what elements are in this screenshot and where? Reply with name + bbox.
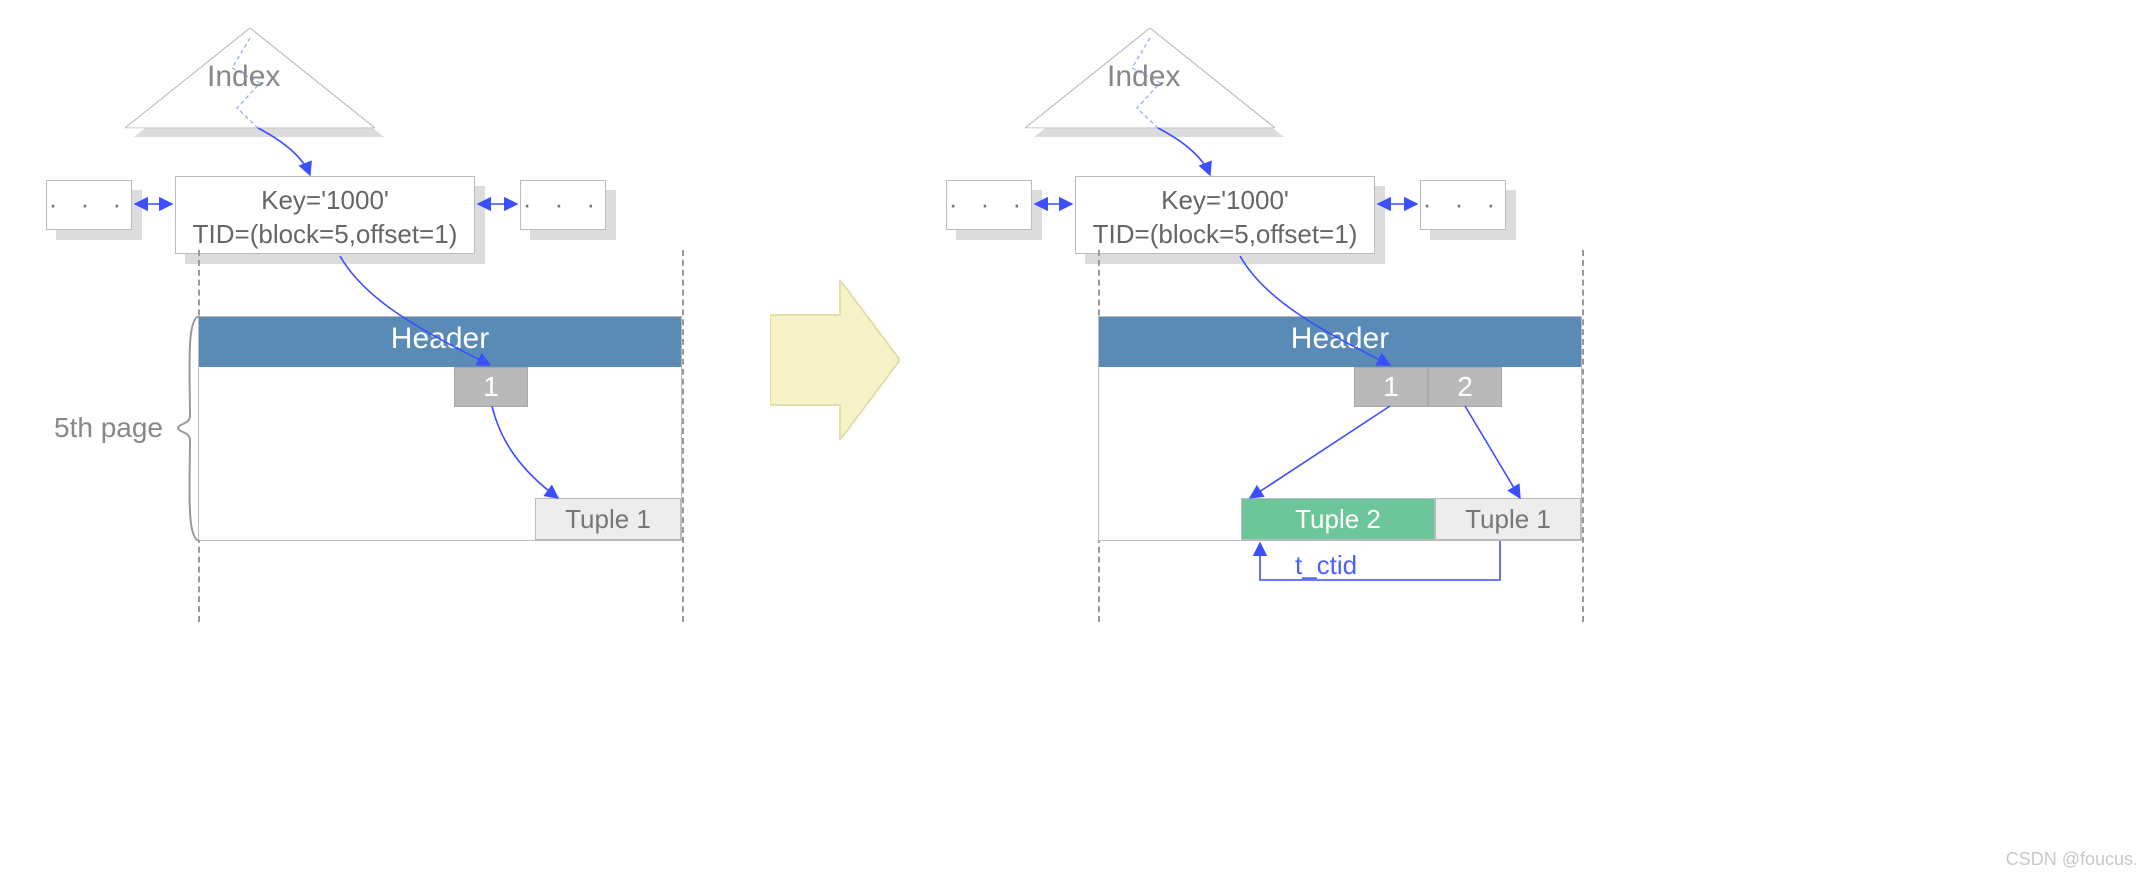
brace-icon — [176, 316, 202, 541]
index-key-text: Key='1000' — [1076, 183, 1374, 217]
transition-arrow-icon — [770, 280, 900, 440]
tuple-1: Tuple 1 — [535, 498, 681, 540]
index-tid-text: TID=(block=5,offset=1) — [1076, 217, 1374, 251]
index-sibling-prev: · · · — [946, 180, 1032, 230]
index-triangle: Index — [1025, 28, 1275, 148]
index-key-text: Key='1000' — [176, 183, 474, 217]
index-label: Index — [207, 60, 280, 94]
index-sibling-next: · · · — [520, 180, 606, 230]
line-pointer-1: 1 — [1354, 367, 1428, 407]
index-sibling-prev: · · · — [46, 180, 132, 230]
tuple-1: Tuple 1 — [1435, 498, 1581, 540]
page-header: Header — [1099, 317, 1581, 367]
index-tid-text: TID=(block=5,offset=1) — [176, 217, 474, 251]
index-leaf-entry: Key='1000' TID=(block=5,offset=1) — [175, 176, 475, 254]
index-triangle: Index — [125, 28, 375, 148]
tuple-2: Tuple 2 — [1241, 498, 1435, 540]
page-header: Header — [199, 317, 681, 367]
page-number-label: 5th page — [54, 412, 163, 444]
page-right-guide — [682, 250, 684, 622]
index-leaf-entry: Key='1000' TID=(block=5,offset=1) — [1075, 176, 1375, 254]
index-sibling-next: · · · — [1420, 180, 1506, 230]
t-ctid-label: t_ctid — [1295, 550, 1357, 581]
heap-page: Header 1 Tuple 1 — [198, 316, 682, 541]
watermark: CSDN @foucus. — [2006, 849, 2138, 870]
heap-page: Header 1 2 Tuple 1 Tuple 2 — [1098, 316, 1582, 541]
index-label: Index — [1107, 60, 1180, 94]
line-pointer-2: 2 — [1428, 367, 1502, 407]
page-right-guide — [1582, 250, 1584, 622]
line-pointer-1: 1 — [454, 367, 528, 407]
